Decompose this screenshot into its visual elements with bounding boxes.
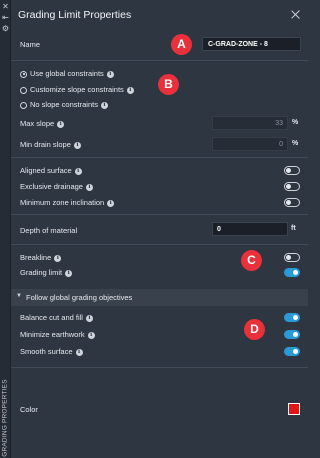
info-icon[interactable]: i [54, 254, 62, 262]
radio-label: Use global constraints [30, 69, 104, 78]
grading-limit-toggle[interactable] [284, 268, 300, 277]
depth-of-material-input[interactable]: 0 [212, 222, 288, 236]
radio-no-slope-constraints[interactable]: No slope constraints i [20, 100, 108, 109]
chevron-down-icon: ▼ [16, 293, 22, 299]
info-icon[interactable]: i [65, 269, 73, 277]
exclusive-drainage-toggle[interactable] [284, 182, 300, 191]
exclusive-drainage-label: Exclusive drainage i [20, 182, 93, 191]
info-icon[interactable]: i [74, 167, 82, 175]
callout-c: C [241, 250, 262, 271]
color-swatch[interactable] [288, 403, 300, 415]
radio-button[interactable] [20, 70, 27, 78]
dock-icon[interactable]: ⇤ [1, 13, 10, 22]
grading-limit-panel: Grading Limit Properties Name C-GRAD-ZON… [11, 0, 308, 458]
color-label: Color [20, 405, 38, 414]
callout-b: B [158, 74, 179, 95]
info-icon[interactable]: i [106, 70, 114, 78]
max-slope-label: Max slope i [20, 119, 65, 128]
side-tab-grading-properties[interactable]: GRADING PROPERTIES [0, 379, 11, 457]
minimum-zone-inclination-text: Minimum zone inclination [20, 198, 105, 207]
min-drain-slope-input[interactable]: 0 [212, 137, 288, 151]
smooth-surface-text: Smooth surface [20, 347, 73, 356]
radio-customize-slope-constraints[interactable]: Customize slope constraints i [20, 85, 134, 94]
max-slope-text: Max slope [20, 119, 55, 128]
grading-limit-label: Grading limit i [20, 268, 73, 277]
max-slope-unit: % [292, 119, 299, 126]
info-icon[interactable]: i [73, 141, 81, 149]
radio-use-global-constraints[interactable]: Use global constraints i [20, 69, 114, 78]
aligned-surface-label: Aligned surface i [20, 166, 82, 175]
divider [11, 244, 308, 245]
minimum-zone-inclination-label: Minimum zone inclination i [20, 198, 115, 207]
info-icon[interactable]: i [100, 101, 108, 109]
breakline-label: Breakline i [20, 253, 62, 262]
divider [11, 214, 308, 215]
section-title: Follow global grading objectives [26, 293, 133, 302]
follow-global-grading-objectives-header[interactable]: ▼ Follow global grading objectives [11, 289, 308, 306]
info-icon[interactable]: i [75, 348, 83, 356]
radio-button[interactable] [20, 86, 27, 94]
smooth-surface-toggle[interactable] [284, 347, 300, 356]
side-tab-label: GRADING PROPERTIES [1, 379, 9, 457]
close-icon[interactable]: ✕ [1, 2, 10, 11]
radio-button[interactable] [20, 101, 27, 109]
side-rail: ✕ ⇤ ⚙ GRADING PROPERTIES [0, 0, 11, 458]
radio-label: No slope constraints [30, 100, 98, 109]
info-icon[interactable]: i [107, 199, 115, 207]
minimum-zone-inclination-toggle[interactable] [284, 198, 300, 207]
radio-label: Customize slope constraints [30, 85, 124, 94]
smooth-surface-label: Smooth surface i [20, 347, 83, 356]
minimize-earthwork-toggle[interactable] [284, 330, 300, 339]
depth-unit: ft [291, 225, 296, 232]
info-icon[interactable]: i [85, 183, 93, 191]
divider [11, 60, 308, 61]
balance-cut-and-fill-label: Balance cut and fill i [20, 313, 93, 322]
info-icon[interactable]: i [57, 120, 65, 128]
callout-d: D [244, 319, 265, 340]
breakline-text: Breakline [20, 253, 52, 262]
info-icon[interactable]: i [87, 331, 95, 339]
minimize-earthwork-text: Minimize earthwork [20, 330, 85, 339]
name-field[interactable]: C-GRAD-ZONE - 8 [202, 37, 301, 51]
aligned-surface-text: Aligned surface [20, 166, 72, 175]
panel-title: Grading Limit Properties [18, 9, 132, 21]
divider [11, 157, 308, 158]
min-drain-slope-text: Min drain slope [20, 140, 71, 149]
minimize-earthwork-label: Minimize earthwork i [20, 330, 95, 339]
callout-a: A [171, 34, 192, 55]
exclusive-drainage-text: Exclusive drainage [20, 182, 83, 191]
divider [11, 367, 308, 368]
depth-of-material-label: Depth of material [20, 226, 78, 235]
aligned-surface-toggle[interactable] [284, 166, 300, 175]
max-slope-input[interactable]: 33 [212, 116, 288, 130]
close-icon[interactable] [289, 8, 302, 21]
min-drain-slope-label: Min drain slope i [20, 140, 81, 149]
balance-cut-and-fill-toggle[interactable] [284, 313, 300, 322]
info-icon[interactable]: i [85, 314, 93, 322]
gear-icon[interactable]: ⚙ [1, 24, 10, 33]
grading-limit-text: Grading limit [20, 268, 63, 277]
breakline-toggle[interactable] [284, 253, 300, 262]
name-label: Name [20, 40, 41, 49]
min-drain-slope-unit: % [292, 140, 299, 147]
balance-cut-and-fill-text: Balance cut and fill [20, 313, 83, 322]
info-icon[interactable]: i [126, 86, 134, 94]
